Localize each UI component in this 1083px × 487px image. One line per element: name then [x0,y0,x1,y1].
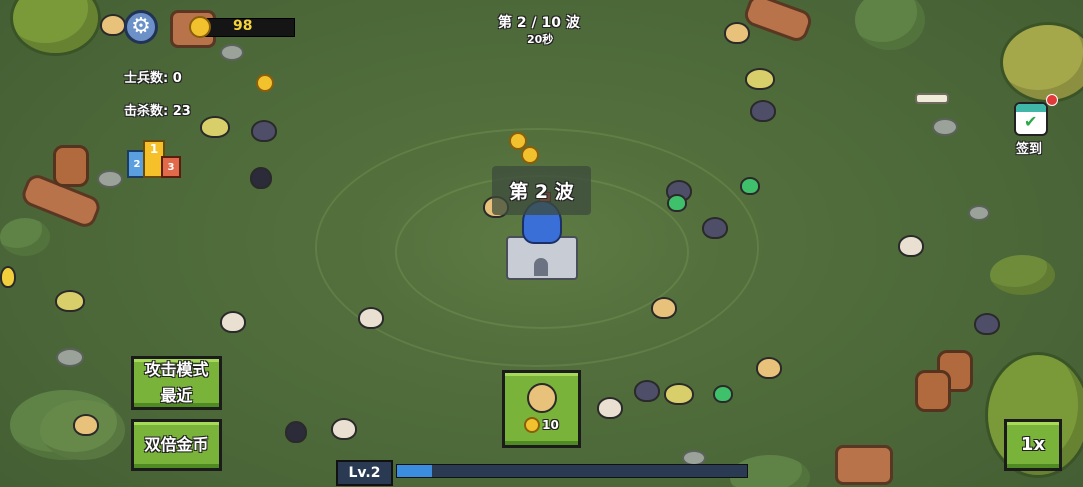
rock-5 [968,205,990,221]
castle-gate [534,258,548,276]
bush-top-center [855,0,925,50]
enemy-frog [667,194,687,212]
enemy-beetle [250,167,272,189]
enemy-frog [713,385,733,403]
enemy-bandit [651,297,677,319]
level-badge: Lv.2 [336,460,393,486]
coin-icon [189,16,211,38]
enemy-slug [55,290,85,312]
calendar-header [1016,104,1046,112]
enemy-dog [358,307,384,329]
gold-counter: 98 [189,16,295,38]
game-field: 第 2 波 ⚙ 98 士兵数: 0 击杀数: 23 2 1 3 第 2 / 10… [0,0,1083,487]
attack-mode-value: 最近 [160,386,193,405]
rock-3 [56,348,84,367]
notification-dot [1046,94,1058,106]
wave-banner: 第 2 波 [492,166,591,215]
speed-label: 1x [1020,434,1046,455]
checkin-label: 签到 [1016,142,1043,157]
settings-button[interactable]: ⚙ [124,10,158,44]
gear-icon: ⚙ [131,14,151,39]
enemy-dog [597,397,623,419]
rock-1 [97,170,123,188]
soldier-count: 士兵数: 0 [124,71,182,86]
barrel-left [53,145,89,187]
soldier-portrait [526,383,557,413]
bone [915,93,949,104]
enemy-bandit [756,357,782,379]
podium-first-label: 1 [149,142,159,156]
tree-top-right [1000,22,1083,103]
coin-icon [524,417,541,433]
speed-button[interactable]: 1x [1004,419,1062,471]
enemy-beetle [0,266,16,288]
enemy-dog [898,235,924,257]
level-progress-track [396,464,748,478]
recruit-soldier-button[interactable]: 10 [502,370,581,448]
enemy-bandit [73,414,99,436]
attack-mode-button[interactable]: 攻击模式 最近 [131,356,222,410]
enemy-slug [200,116,230,138]
tree-top-left [10,0,101,56]
podium-third-label: 3 [167,161,175,173]
enemy-wolf [750,100,776,122]
enemy-dog [331,418,357,440]
recruit-cost: 10 [524,417,559,433]
enemy-slug [745,68,775,90]
enemy-beetle [285,421,307,443]
enemy-slug [664,383,694,405]
rock-2 [220,44,244,61]
double-gold-button[interactable]: 双倍金币 [131,419,222,471]
wave-counter: 第 2 / 10 波 [498,15,580,31]
leaderboard-button[interactable]: 2 1 3 [127,140,181,178]
checkmark-icon: ✔ [1024,112,1038,131]
level-progress-fill [397,465,432,477]
bush-right-mid [990,255,1055,295]
enemy-frog [740,177,760,195]
bush-left-mid [0,218,50,256]
log-top [741,0,815,45]
enemy-wolf [251,120,277,142]
double-gold-label: 双倍金币 [144,435,209,454]
enemy-wolf [702,217,728,239]
rock-4 [932,118,958,136]
wave-timer: 20秒 [527,33,554,46]
kill-count: 击杀数: 23 [124,104,191,119]
calendar-icon: ✔ [1014,102,1048,136]
podium-second-label: 2 [133,158,141,170]
barrel-right-2 [915,370,951,412]
attack-mode-title: 攻击模式 [144,360,209,379]
ground-coin[interactable] [256,74,274,92]
podium-third: 3 [161,156,181,178]
enemy-dog [220,311,246,333]
enemy-bandit [724,22,750,44]
ground-coin[interactable] [521,146,539,164]
enemy-wolf [634,380,660,402]
wave-banner-text: 第 2 波 [509,181,574,203]
recruit-cost-value: 10 [542,418,559,432]
gold-amount: 98 [233,18,253,34]
enemy-bandit [100,14,126,36]
checkin-button[interactable]: ✔ 签到 [1012,94,1058,158]
stump-bottom [835,445,893,485]
enemy-wolf [974,313,1000,335]
level-label: Lv.2 [348,465,381,481]
